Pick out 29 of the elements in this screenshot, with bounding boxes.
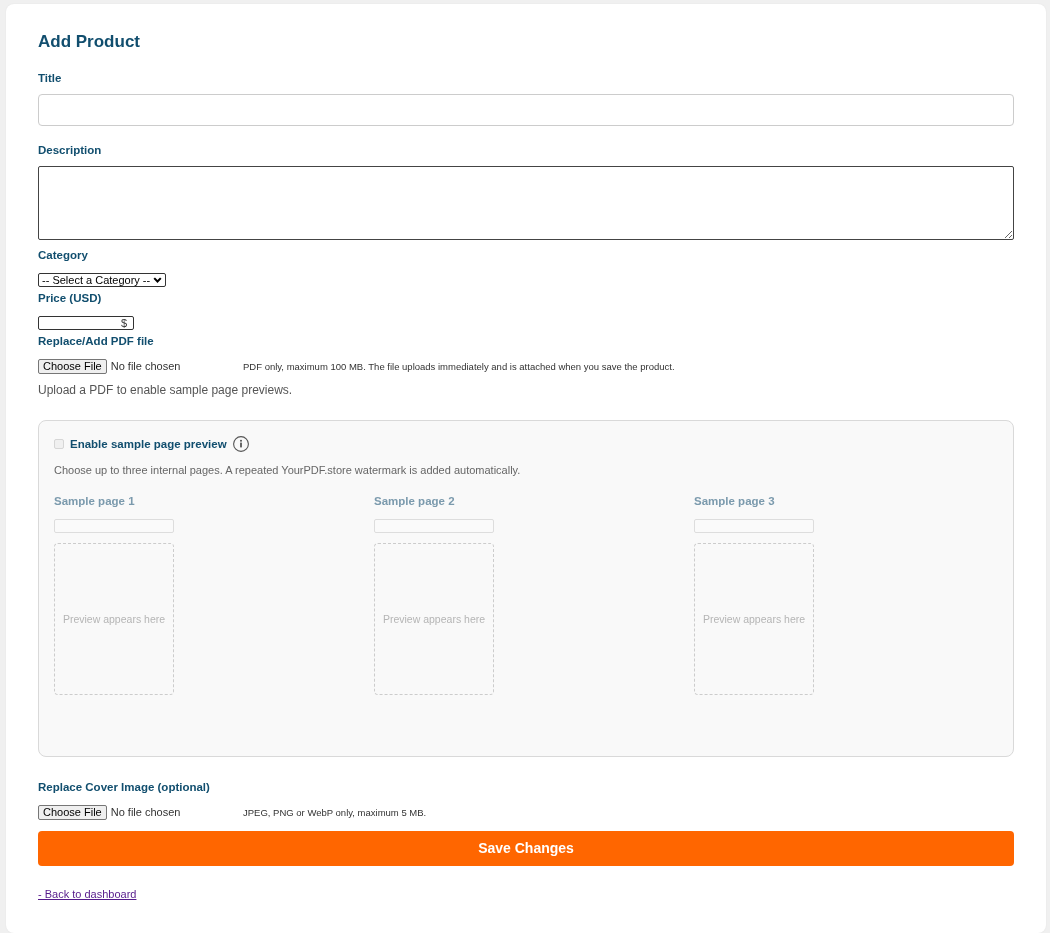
sample-page-label: Sample page 3 xyxy=(694,494,776,508)
field-label: Description xyxy=(38,143,103,157)
file-hint: PDF only, maximum 100 MB. The file uploads immediately and is attached when you save the product. xyxy=(243,360,675,373)
file-status: No file chosen xyxy=(110,806,181,819)
sample-page-label: Sample page 2 xyxy=(374,494,456,508)
title-input[interactable] xyxy=(38,94,1014,126)
file-status: No file chosen xyxy=(110,360,181,373)
field-label: Category xyxy=(38,248,89,262)
sample-page-label: Sample page 1 xyxy=(54,494,136,508)
preview-area: Preview appears here xyxy=(694,543,814,695)
field-label: Replace Cover Image (optional) xyxy=(38,780,211,794)
description-textarea[interactable] xyxy=(38,166,1014,240)
preview-description: Choose up to three internal pages. A repeated YourPDF.store watermark is added automatically. xyxy=(54,463,522,477)
category-select[interactable]: -- Select a Category -- xyxy=(38,273,166,287)
field-label: Price (USD) xyxy=(38,291,103,305)
preview-area: Preview appears here xyxy=(374,543,494,695)
chevron-down-icon xyxy=(153,277,162,283)
choose-file-button[interactable]: Choose File xyxy=(38,359,107,374)
field-label: Title xyxy=(38,71,63,85)
preview-area: Preview appears here xyxy=(54,543,174,695)
info-icon[interactable] xyxy=(232,436,249,452)
back-to-dashboard-link[interactable]: - Back to dashboard xyxy=(38,887,137,901)
page-title: Add Product xyxy=(38,32,141,52)
upload-note: Upload a PDF to enable sample page previews. xyxy=(38,382,294,398)
field-label: Replace/Add PDF file xyxy=(38,334,155,348)
file-hint: JPEG, PNG or WebP only, maximum 5 MB. xyxy=(243,806,427,819)
price-field[interactable]: $ xyxy=(38,316,134,330)
preview-label: Enable sample page preview xyxy=(70,437,227,451)
choose-file-button[interactable]: Choose File xyxy=(38,805,107,820)
